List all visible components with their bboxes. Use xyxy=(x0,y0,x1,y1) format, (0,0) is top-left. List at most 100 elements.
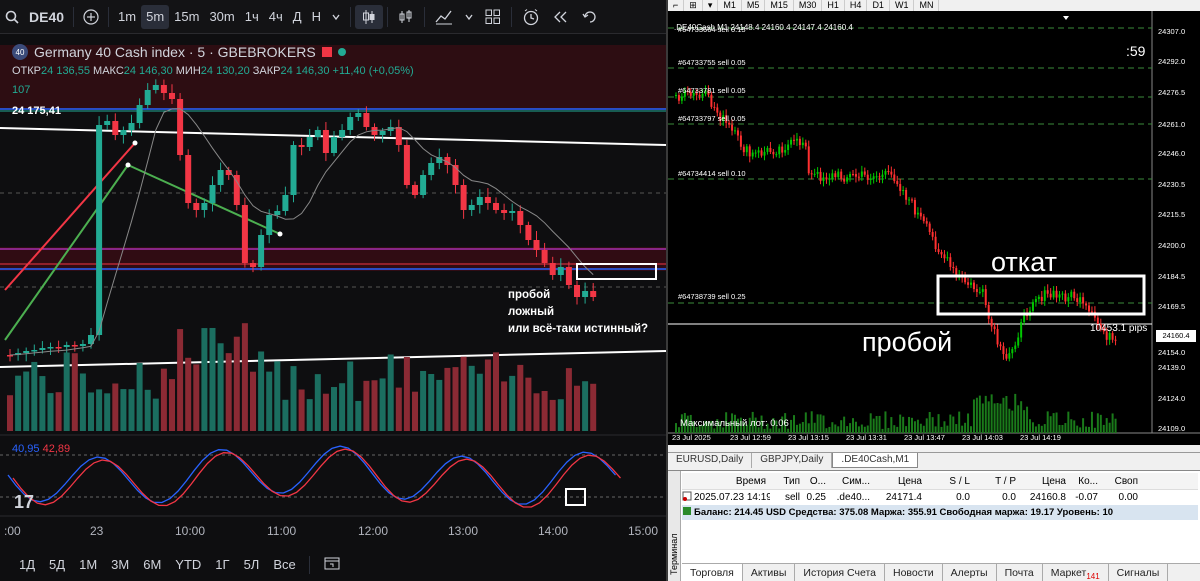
column-header[interactable]: Сим... xyxy=(830,476,874,487)
column-header[interactable]: Цена xyxy=(874,476,926,487)
separator xyxy=(73,6,75,27)
chart-tab-de40[interactable]: .DE40Cash,M1 xyxy=(832,453,919,468)
search-icon[interactable] xyxy=(0,5,24,29)
tv-price-chart[interactable] xyxy=(0,35,666,535)
candle-body xyxy=(144,90,151,105)
candle-body xyxy=(813,173,816,175)
volume-bar xyxy=(395,387,402,431)
tf-week[interactable]: Н xyxy=(307,5,326,29)
range-3m[interactable]: 3М xyxy=(104,557,136,572)
mt-tf-m1[interactable]: M1 xyxy=(718,0,742,11)
chart-tab-gbpjpy[interactable]: GBPJPY,Daily xyxy=(752,453,833,468)
alert-clock-icon[interactable] xyxy=(516,5,546,29)
volume-bar xyxy=(810,411,813,433)
candle-body xyxy=(1002,346,1005,355)
candle-body xyxy=(787,144,790,151)
mt-tool-icon[interactable]: ⊞ xyxy=(684,0,703,11)
volume-bar xyxy=(201,328,208,431)
column-header[interactable]: Тип xyxy=(770,476,804,487)
range-1m[interactable]: 1М xyxy=(72,557,104,572)
annotation-box xyxy=(936,274,1146,316)
range-all[interactable]: Все xyxy=(266,557,302,572)
tab-trading[interactable]: Торговля xyxy=(682,564,743,581)
range-1d[interactable]: 1Д xyxy=(12,557,42,572)
candles-icon[interactable] xyxy=(354,4,383,29)
tab-mailbox[interactable]: Почта xyxy=(997,564,1043,581)
volume-bar xyxy=(713,428,716,433)
range-5y[interactable]: 5Л xyxy=(237,557,267,572)
tf-15m[interactable]: 15m xyxy=(169,5,204,29)
range-ytd[interactable]: YTD xyxy=(168,557,208,572)
table-row[interactable]: 2025.07.23 14:19... sell 0.25 .de40... 2… xyxy=(682,490,1198,505)
tab-alerts[interactable]: Алерты xyxy=(943,564,997,581)
tab-market[interactable]: Маркет141 xyxy=(1043,564,1109,581)
volume-bar xyxy=(1043,424,1046,433)
column-header[interactable]: О... xyxy=(804,476,830,487)
time-label: :00 xyxy=(4,524,21,538)
volume-bar xyxy=(925,418,928,433)
mt-bar-timer: :59 xyxy=(1126,43,1146,59)
tab-news[interactable]: Новости xyxy=(885,564,943,581)
volume-bar xyxy=(860,424,863,433)
column-header[interactable]: Цена xyxy=(1020,476,1070,487)
tab-signals[interactable]: Сигналы xyxy=(1109,564,1169,581)
mt-tf-w1[interactable]: W1 xyxy=(890,0,915,11)
bar-type-icon[interactable] xyxy=(392,5,420,29)
mt-price-chart[interactable]: .DE40Cash,M1 24148.4 24160.4 24147.4 241… xyxy=(668,11,1200,445)
candle-body xyxy=(742,146,745,153)
range-1y[interactable]: 1Г xyxy=(208,557,236,572)
mt-tf-h4[interactable]: H4 xyxy=(845,0,868,11)
mt-tf-m15[interactable]: M15 xyxy=(765,0,794,11)
column-header[interactable]: Время xyxy=(694,476,770,487)
tf-1h[interactable]: 1ч xyxy=(240,5,264,29)
undo-icon[interactable] xyxy=(576,5,604,29)
column-header[interactable]: Ко... xyxy=(1070,476,1102,487)
column-header[interactable]: T / P xyxy=(974,476,1020,487)
range-5d[interactable]: 5Д xyxy=(42,557,72,572)
tf-day[interactable]: Д xyxy=(288,5,307,29)
candle-body xyxy=(896,181,899,185)
chart-tab-eurusd[interactable]: EURUSD,Daily xyxy=(668,453,753,468)
volume-bar xyxy=(952,416,955,433)
column-header[interactable]: S / L xyxy=(926,476,974,487)
volume-bar xyxy=(890,417,893,433)
volume-bar xyxy=(813,422,816,433)
volume-bar xyxy=(893,425,896,433)
tf-4h[interactable]: 4ч xyxy=(264,5,288,29)
tab-history[interactable]: История Счета xyxy=(795,564,885,581)
mt-tf-m30[interactable]: M30 xyxy=(794,0,823,11)
mt-tf-d1[interactable]: D1 xyxy=(867,0,890,11)
replay-icon[interactable] xyxy=(546,5,576,29)
add-symbol-icon[interactable] xyxy=(78,5,104,29)
symbol-name[interactable]: DE40 xyxy=(24,5,69,29)
mt-tool-icon[interactable]: ⌐ xyxy=(668,0,685,11)
candle-body xyxy=(834,173,837,178)
candle-body xyxy=(136,105,143,123)
tv-legend: 40 Germany 40 Cash index · 5 · GBEBROKER… xyxy=(12,44,346,60)
chart-title[interactable]: Germany 40 Cash index · 5 · GBEBROKERS xyxy=(34,44,316,60)
volume-bar xyxy=(1108,422,1111,433)
tf-30m[interactable]: 30m xyxy=(204,5,239,29)
range-6m[interactable]: 6М xyxy=(136,557,168,572)
indicators-icon[interactable] xyxy=(429,5,459,29)
tf-5m[interactable]: 5m xyxy=(141,4,170,29)
mt-tool-icon[interactable]: ▾ xyxy=(703,0,719,11)
volume-bar xyxy=(993,403,996,433)
volume-bar xyxy=(339,383,346,431)
chevron-down-icon[interactable] xyxy=(326,5,346,29)
candle-body xyxy=(972,282,975,290)
mt-tf-mn[interactable]: MN xyxy=(914,0,940,11)
candle-body xyxy=(680,96,683,101)
mt-tf-h1[interactable]: H1 xyxy=(822,0,845,11)
flag-icon[interactable] xyxy=(321,47,332,57)
order-line-label: #64738739 sell 0.25 xyxy=(678,292,746,301)
column-header[interactable]: Своп xyxy=(1102,476,1142,487)
tab-exposure[interactable]: Активы xyxy=(743,564,796,581)
goto-date-icon[interactable] xyxy=(316,555,348,574)
mt-tf-m5[interactable]: M5 xyxy=(742,0,766,11)
candle-body xyxy=(412,185,418,195)
tf-1m[interactable]: 1m xyxy=(113,5,141,29)
chevron-down-icon[interactable] xyxy=(459,5,479,29)
layout-grid-icon[interactable] xyxy=(479,5,507,29)
candle-body xyxy=(468,205,475,210)
